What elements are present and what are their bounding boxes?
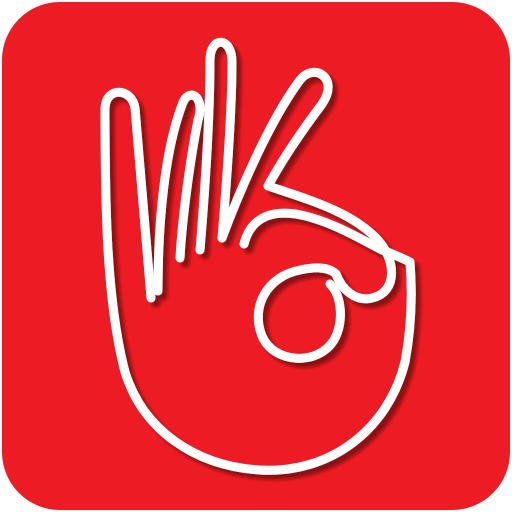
ok-hand-icon [2,2,510,510]
app-icon[interactable] [0,0,512,512]
icon-background [2,2,510,510]
